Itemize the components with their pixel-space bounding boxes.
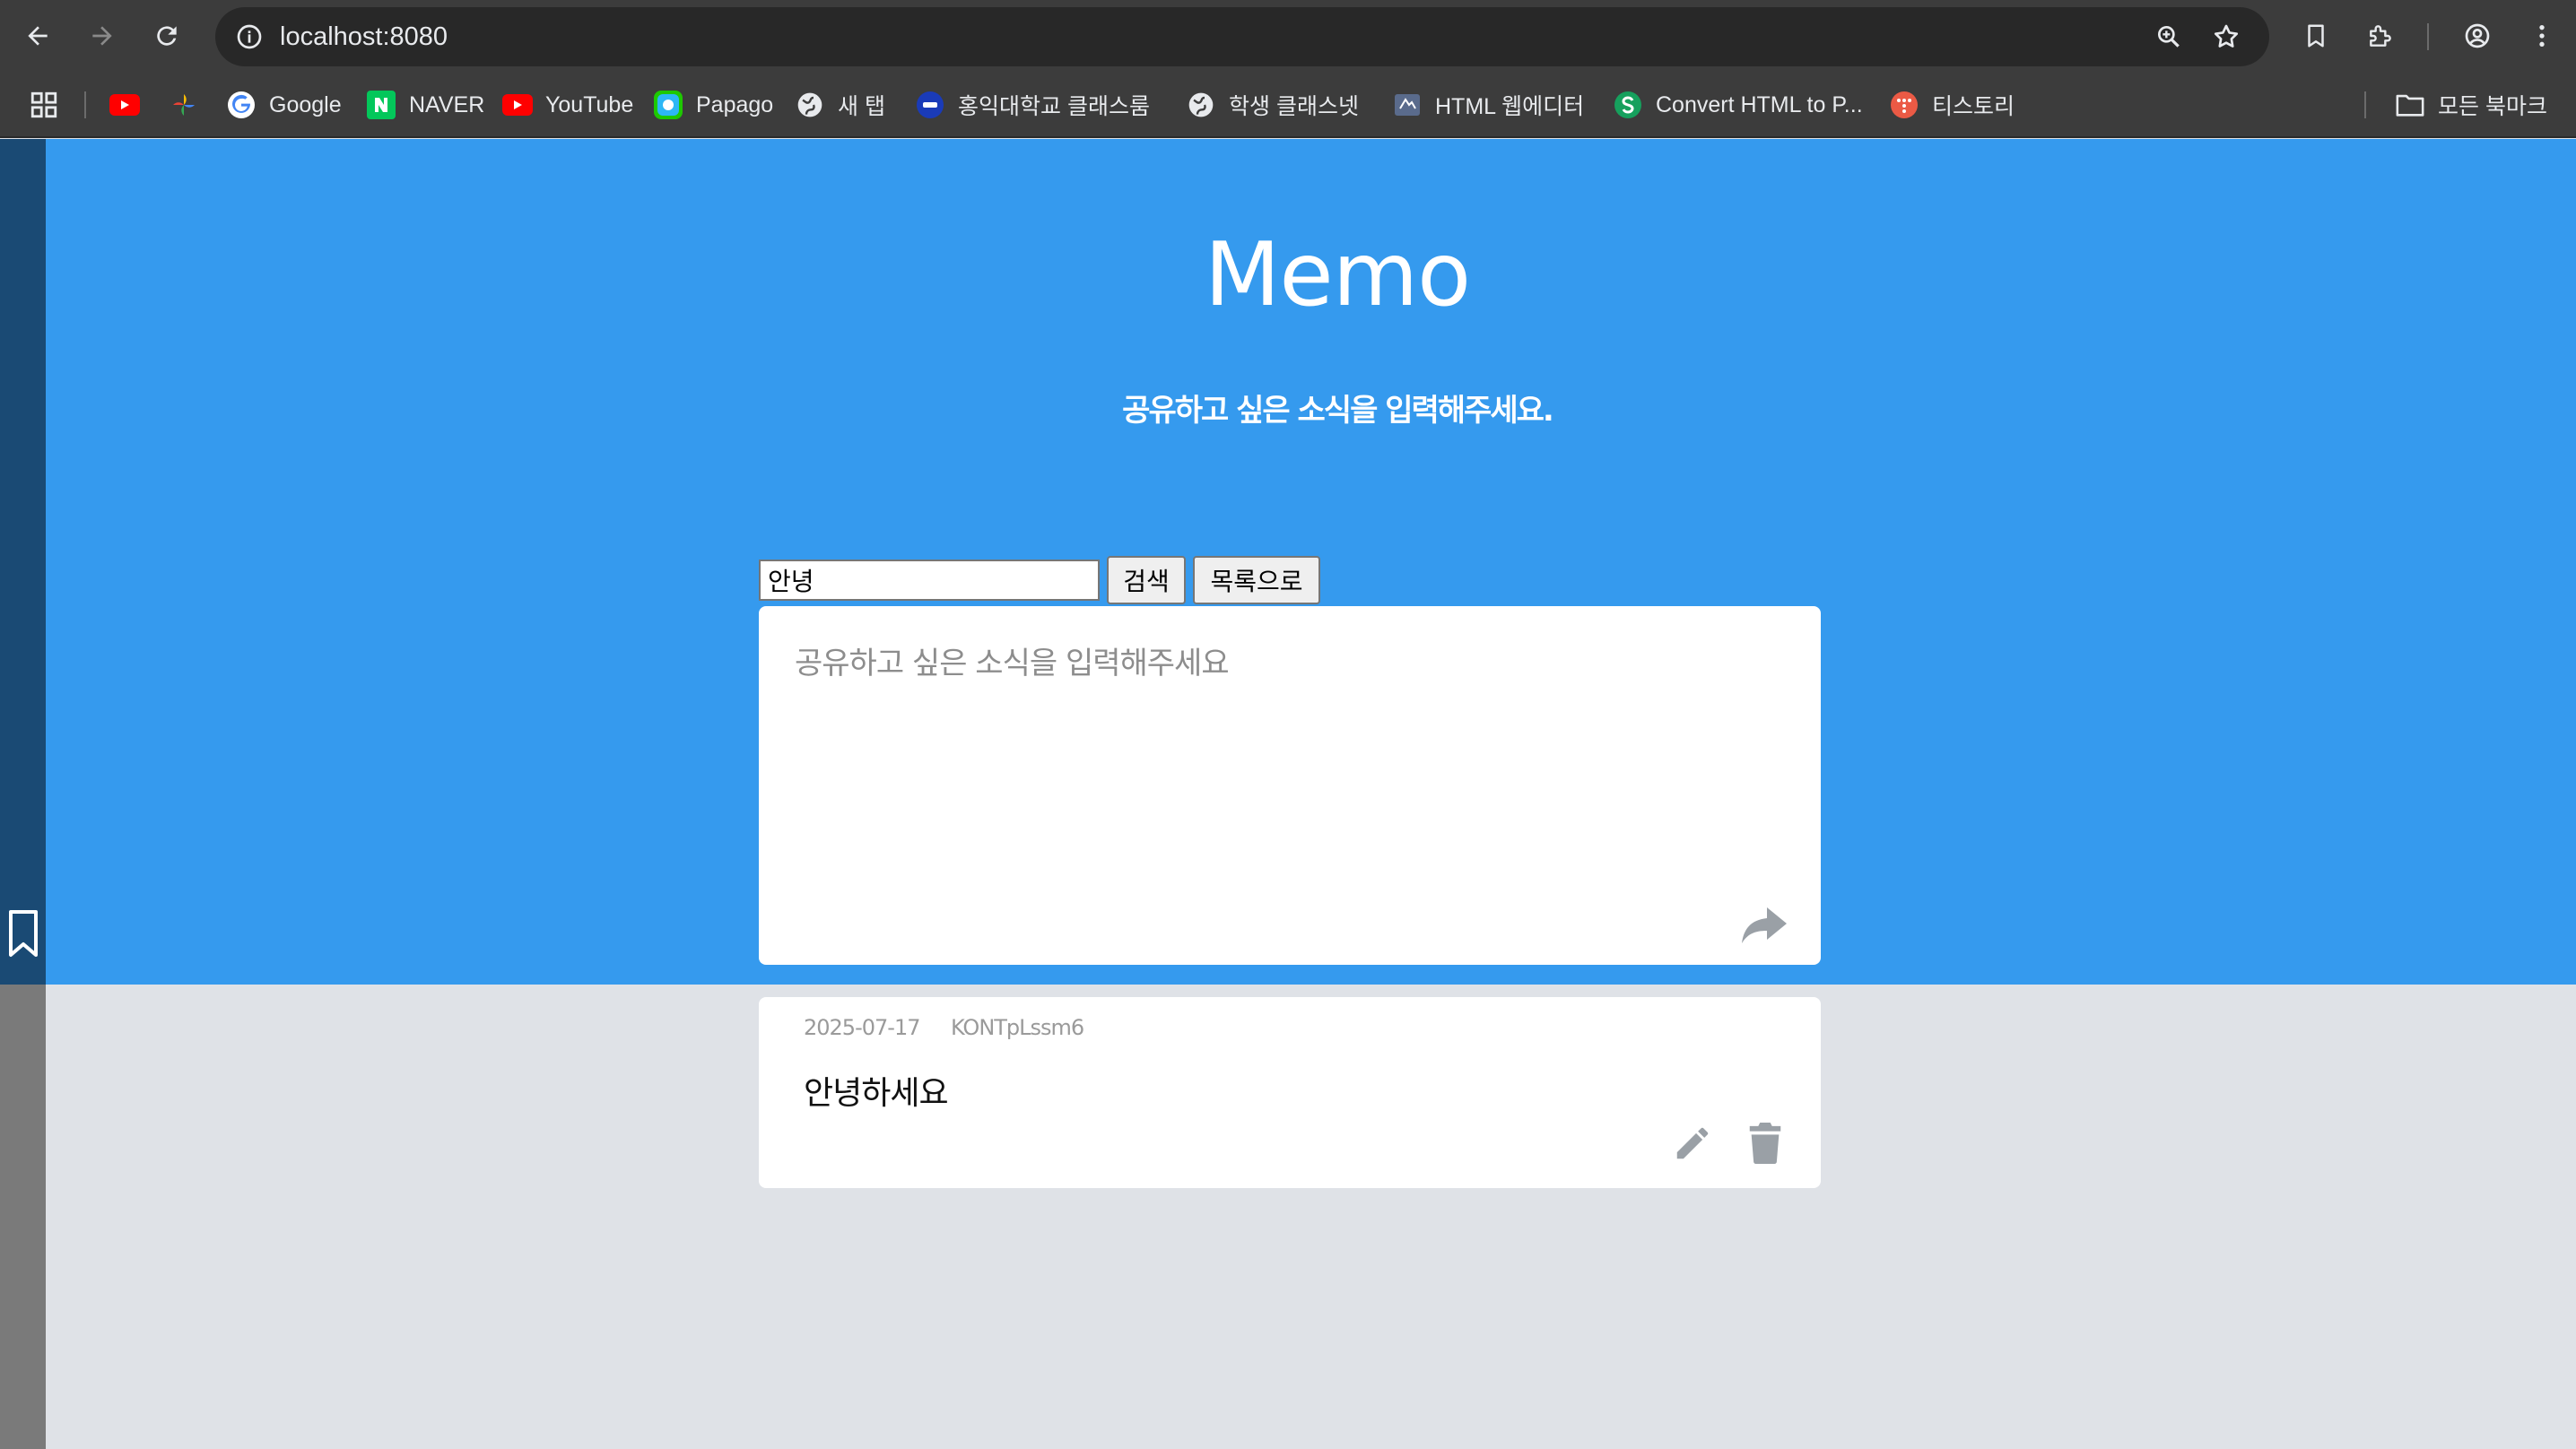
youtube-icon [109, 90, 140, 120]
bookmark-item-google[interactable]: Google [226, 86, 342, 124]
more-vert-icon [2539, 25, 2545, 47]
all-bookmarks-button[interactable]: 모든 북마크 [2395, 86, 2547, 124]
bookmarks-bar: Google NAVER YouTube Papago 새 탭 홍익대학교 클래… [0, 72, 2576, 138]
share-icon[interactable] [1740, 904, 1788, 945]
memo-editor[interactable]: 공유하고 싶은 소식을 입력해주세요 [759, 606, 1821, 965]
back-to-list-button[interactable]: 목록으로 [1193, 556, 1320, 604]
bookmark-item-html-editor[interactable]: HTML 웹에디터 [1392, 86, 1584, 124]
bookmark-item-student-classnet[interactable]: 학생 클래스넷 [1186, 86, 1359, 124]
forward-button[interactable] [79, 13, 126, 59]
zoom-icon[interactable] [2147, 15, 2190, 58]
search-input[interactable] [759, 560, 1100, 601]
bookmark-item-photos[interactable] [169, 86, 212, 124]
side-bookmark-icon[interactable] [7, 908, 39, 959]
back-arrow-icon [28, 26, 48, 46]
forward-arrow-icon [92, 26, 112, 46]
browser-toolbar: localhost:8080 [0, 0, 2576, 72]
menu-button[interactable] [2519, 13, 2565, 59]
bookmark-item-youtube-2[interactable]: YouTube [502, 86, 633, 124]
bookmark-item-papago[interactable]: Papago [653, 86, 773, 124]
photos-icon [169, 90, 199, 120]
bookmark-item-hongik-classroom[interactable]: 홍익대학교 클래스룸 [915, 86, 1150, 124]
apps-grid-icon [30, 91, 57, 118]
folder-icon [2395, 90, 2425, 120]
youtube-icon [502, 90, 533, 120]
bookmark-item-youtube-1[interactable] [109, 86, 152, 124]
bookmarks-divider [84, 91, 86, 118]
site-info-icon[interactable] [228, 15, 271, 58]
globe-icon [1186, 90, 1216, 120]
bookmark-item-tistory[interactable]: 티스토리 [1889, 86, 2015, 124]
search-button[interactable]: 검색 [1107, 556, 1186, 604]
bookmark-item-naver[interactable]: NAVER [366, 86, 484, 124]
memo-content: 안녕하세요 [804, 1075, 949, 1112]
puzzle-icon [2370, 25, 2391, 47]
apps-button[interactable] [29, 86, 59, 124]
account-icon [2465, 23, 2490, 48]
side-panel-lower [0, 985, 46, 1449]
extensions-button[interactable] [2357, 13, 2404, 59]
bookmarks-divider-right [2364, 91, 2366, 118]
trash-icon[interactable] [1749, 1123, 1781, 1164]
back-button[interactable] [14, 13, 61, 59]
edit-icon[interactable] [1672, 1123, 1713, 1164]
url-text[interactable]: localhost:8080 [280, 7, 448, 66]
address-bar[interactable]: localhost:8080 [215, 7, 2269, 66]
naver-icon [366, 90, 396, 120]
editor-placeholder: 공유하고 싶은 소식을 입력해주세요 [795, 646, 1230, 681]
bookmark-item-convert-html[interactable]: Convert HTML to P... [1613, 86, 1863, 124]
classroom-icon [915, 90, 945, 120]
memo-card: 2025-07-17 KONTpLssm6 안녕하세요 [759, 997, 1821, 1188]
reload-button[interactable] [144, 13, 190, 59]
profile-button[interactable] [2454, 13, 2501, 59]
tistory-icon [1889, 90, 1919, 120]
globe-icon [795, 90, 825, 120]
editor-icon [1392, 90, 1423, 120]
google-icon [226, 90, 257, 120]
toolbar-divider [2427, 23, 2429, 50]
page-subtitle: 공유하고 싶은 소식을 입력해주세요. [1122, 393, 1554, 429]
memo-author: KONTpLssm6 [951, 1015, 1084, 1040]
memo-date: 2025-07-17 [804, 1015, 920, 1040]
page-title: Memo [1204, 224, 1471, 326]
reload-icon [157, 26, 177, 46]
papago-icon [653, 90, 683, 120]
bookmark-star-icon[interactable] [2205, 15, 2248, 58]
reading-list-button[interactable] [2293, 13, 2339, 59]
bookmark-item-new-tab[interactable]: 새 탭 [795, 86, 885, 124]
convert-icon [1613, 90, 1643, 120]
bookmark-outline-icon [2308, 24, 2324, 48]
